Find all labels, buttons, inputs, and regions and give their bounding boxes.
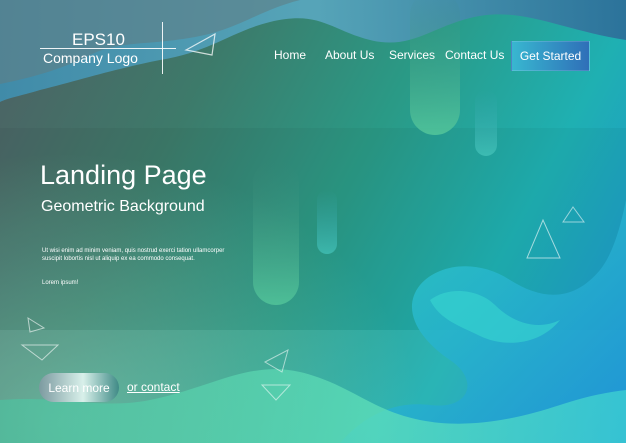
- hero-body-tagline: Lorem ipsum!: [42, 280, 79, 286]
- pill-shape: [475, 90, 497, 156]
- triangle-outline-icon: [263, 349, 289, 373]
- pill-shape: [253, 160, 299, 305]
- triangle-outline-icon: [27, 317, 46, 333]
- triangle-outline-icon: [20, 344, 60, 361]
- nav-item-contact[interactable]: Contact Us: [445, 48, 504, 62]
- get-started-button[interactable]: Get Started: [511, 41, 590, 71]
- learn-more-button[interactable]: Learn more: [39, 373, 119, 402]
- triangle-outline-icon: [562, 206, 585, 223]
- landing-page: EPS10 Company Logo Home About Us Service…: [0, 0, 626, 443]
- triangle-outline-icon: [526, 218, 561, 259]
- pill-shape: [317, 190, 337, 254]
- hero-subtitle: Geometric Background: [41, 198, 205, 215]
- nav-item-about[interactable]: About Us: [325, 48, 374, 62]
- contact-link[interactable]: or contact: [127, 380, 180, 394]
- hero-body-text: Ut wisi enim ad minim veniam, quis nostr…: [42, 248, 225, 262]
- nav-item-home[interactable]: Home: [274, 48, 306, 62]
- nav-item-services[interactable]: Services: [389, 48, 435, 62]
- hero-title: Landing Page: [40, 160, 207, 190]
